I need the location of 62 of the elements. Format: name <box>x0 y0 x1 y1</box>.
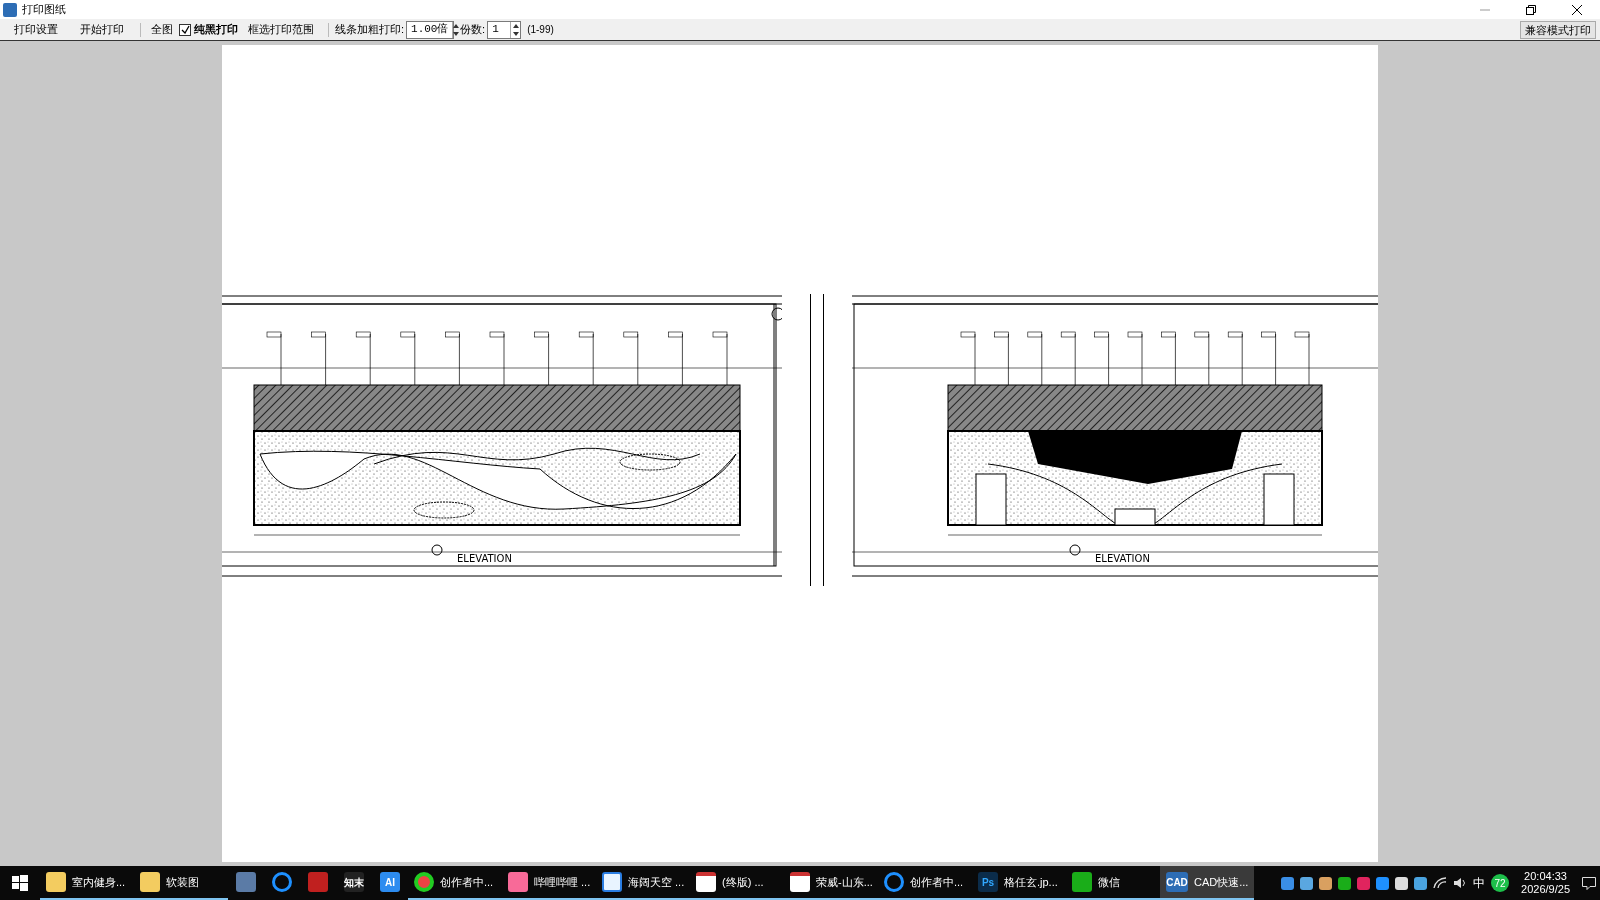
checkbox-label: 纯黑打印 <box>194 22 238 38</box>
taskbar-item[interactable]: 哔哩哔哩 ... <box>502 866 596 900</box>
clock-date: 2026/9/25 <box>1521 883 1570 896</box>
pdf-icon <box>696 872 716 892</box>
ime-indicator[interactable]: 中 <box>1473 874 1486 892</box>
spin-value: 1 <box>491 22 500 38</box>
window-title: 打印图纸 <box>22 2 66 18</box>
autocad-icon <box>308 872 328 892</box>
field-label: 线条加粗打印: <box>335 22 405 38</box>
tray-icon[interactable] <box>1281 876 1295 890</box>
fit-button[interactable]: 全图 <box>147 19 177 40</box>
folder-icon <box>46 872 66 892</box>
ai-icon: AI <box>380 872 400 892</box>
bilibili-icon <box>508 872 528 892</box>
browser-icon <box>272 872 292 892</box>
drawing-title: ELEVATION <box>1095 552 1150 564</box>
calculator-icon <box>236 872 256 892</box>
chrome-icon <box>414 872 434 892</box>
tray-icon[interactable] <box>1395 876 1409 890</box>
wechat-icon <box>1072 872 1092 892</box>
close-button[interactable] <box>1572 4 1582 15</box>
wifi-icon[interactable] <box>1433 877 1448 889</box>
compat-print-button[interactable]: 兼容模式打印 <box>1520 20 1596 39</box>
clock-time: 20:04:33 <box>1524 870 1567 883</box>
spin-arrows-icon[interactable] <box>510 21 521 38</box>
toolbar-button[interactable]: 打印设置 <box>4 19 68 40</box>
taskbar-item[interactable]: CAD CAD快速... <box>1160 866 1254 900</box>
browser-icon <box>884 872 904 892</box>
badge: 72 <box>1491 874 1510 892</box>
app-icon <box>602 872 622 892</box>
tray-icon[interactable] <box>1319 876 1333 890</box>
taskbar-item[interactable]: 软装图 <box>134 866 228 900</box>
spin-arrows-icon[interactable] <box>452 21 460 38</box>
spin-field[interactable]: 1 <box>487 20 522 39</box>
folder-icon <box>140 872 160 892</box>
pdf-icon <box>790 872 810 892</box>
drawing-title: ELEVATION <box>457 552 512 564</box>
toolbar-button[interactable]: 开始打印 <box>70 19 134 40</box>
notification-icon[interactable] <box>1582 876 1596 890</box>
volume-icon[interactable] <box>1453 877 1468 889</box>
field-label: 份数: <box>460 22 486 38</box>
start-button[interactable] <box>12 875 28 891</box>
toolbar-button[interactable]: 框选打印范围 <box>240 19 322 40</box>
restore-button[interactable] <box>1526 4 1536 15</box>
taskbar-item[interactable]: 室内健身... <box>40 866 134 900</box>
app-icon <box>3 2 17 17</box>
taskbar-item[interactable]: 知末 <box>336 866 372 900</box>
tray-icon[interactable] <box>1376 876 1390 890</box>
tray-icon[interactable] <box>1414 876 1428 890</box>
app-icon: 知末 <box>344 872 364 892</box>
taskbar-item[interactable]: Ps 格任玄.jp... <box>972 866 1066 900</box>
tray-icon[interactable] <box>1300 876 1314 890</box>
taskbar-item[interactable]: 创作者中... <box>878 866 972 900</box>
range-hint: (1-99) <box>527 23 554 37</box>
taskbar-item[interactable]: 荣威-山东... <box>784 866 878 900</box>
tray-icon[interactable] <box>1338 876 1352 890</box>
taskbar-item[interactable]: (终版) ... <box>690 866 784 900</box>
cad-icon: CAD <box>1166 872 1188 892</box>
taskbar-item[interactable]: 创作者中... <box>408 866 502 900</box>
checkbox[interactable] <box>179 23 191 36</box>
photoshop-icon: Ps <box>978 872 998 892</box>
taskbar-item[interactable]: 海阔天空 ... <box>596 866 690 900</box>
